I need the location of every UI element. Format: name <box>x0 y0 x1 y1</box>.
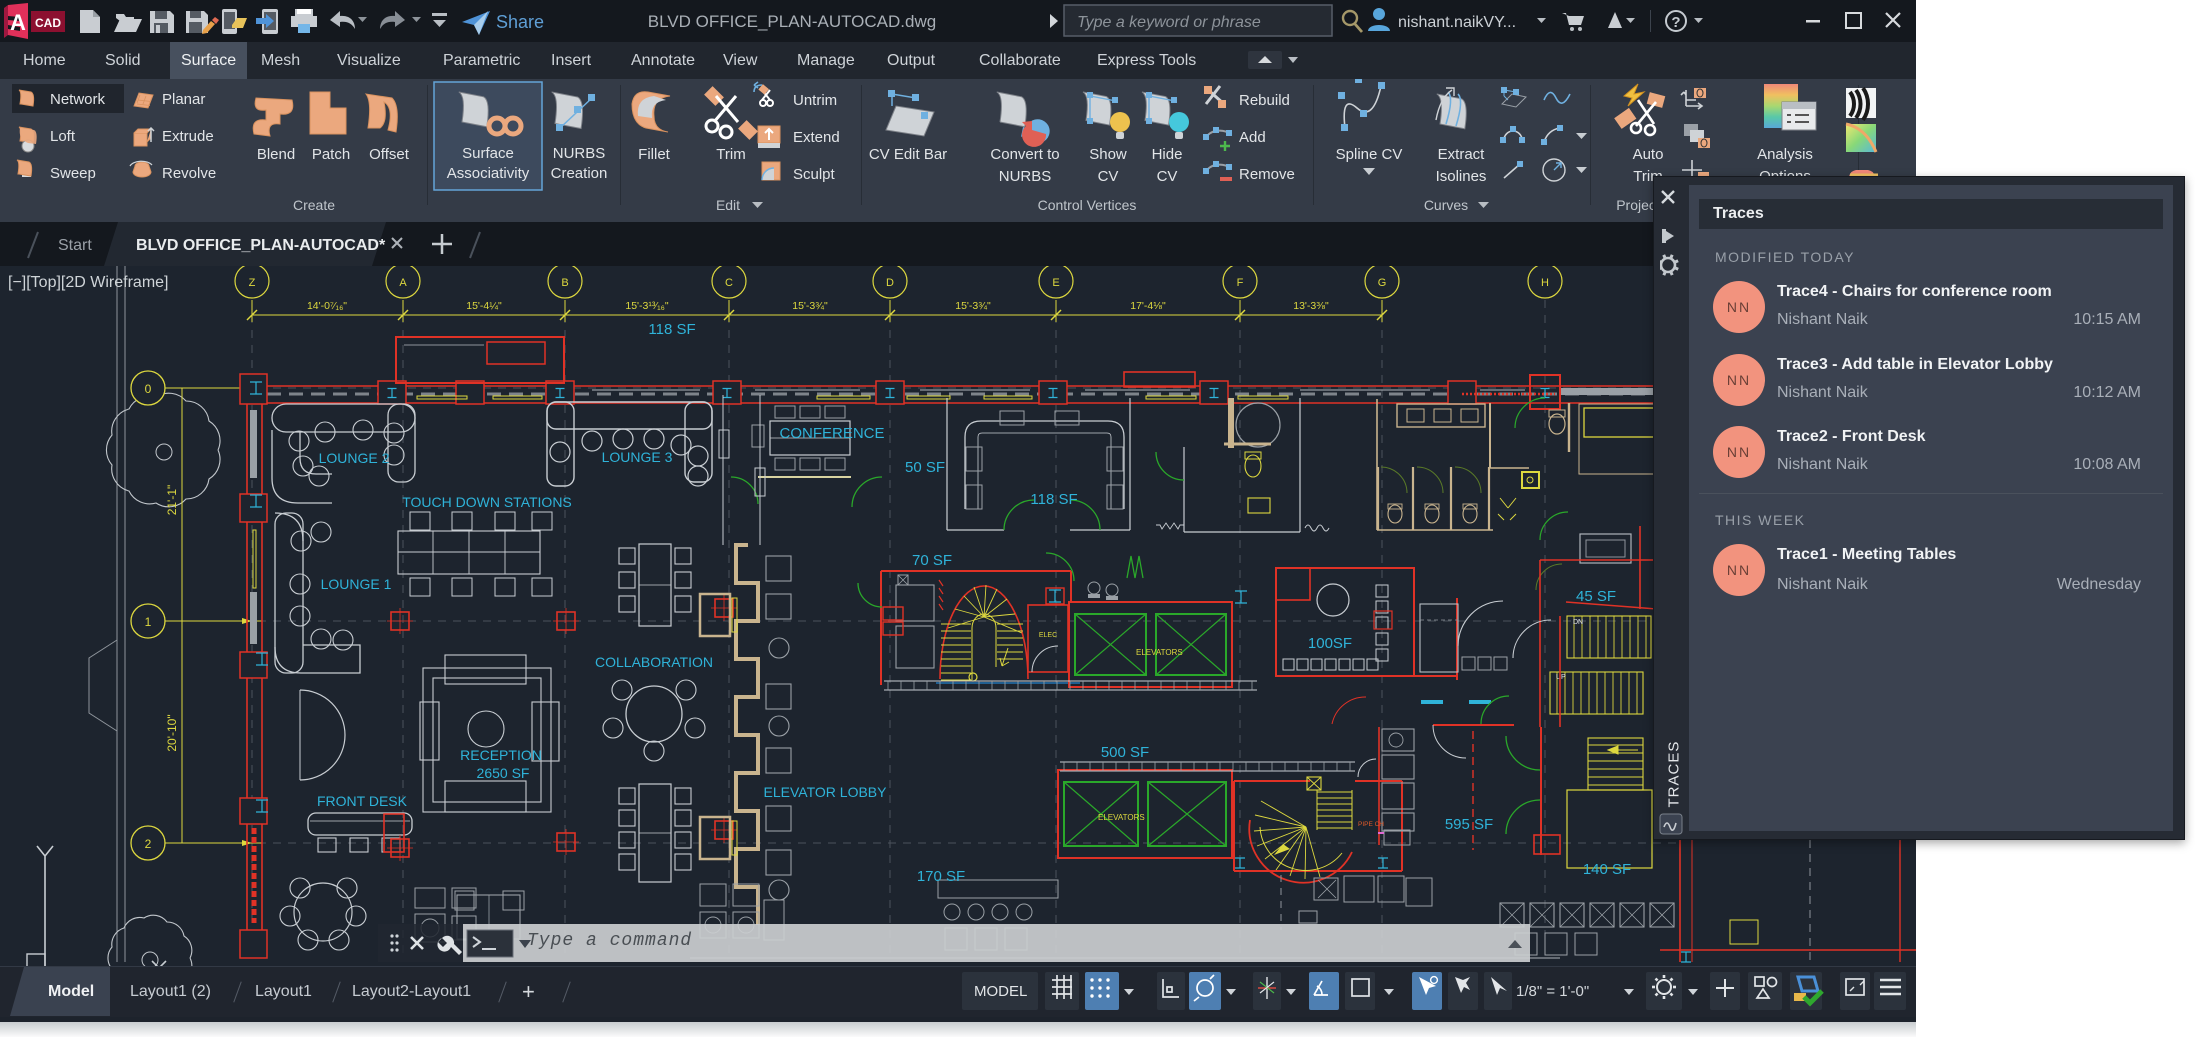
svg-text:Remove: Remove <box>1239 166 1295 183</box>
svg-text:15'-3¾": 15'-3¾" <box>955 300 991 312</box>
svg-text:70 SF: 70 SF <box>912 552 952 569</box>
svg-text:21'-1": 21'-1" <box>165 485 179 516</box>
svg-text:FRONT DESK: FRONT DESK <box>317 793 408 809</box>
svg-text:A: A <box>10 10 26 35</box>
svg-text:RECEPTION: RECEPTION <box>460 747 542 763</box>
svg-text:Type a keyword or phrase: Type a keyword or phrase <box>1077 14 1261 31</box>
svg-text:DN: DN <box>1573 619 1583 626</box>
svg-text:Create: Create <box>293 197 335 213</box>
svg-text:15'-3¹³⁄₁₆": 15'-3¹³⁄₁₆" <box>625 300 669 312</box>
svg-text:ELEVATOR LOBBY: ELEVATOR LOBBY <box>764 784 888 800</box>
svg-text:NURBS: NURBS <box>553 145 606 162</box>
svg-text:Offset: Offset <box>369 146 410 163</box>
svg-text:15'-3¾": 15'-3¾" <box>792 300 828 312</box>
svg-text:Add: Add <box>1239 129 1266 146</box>
svg-text:Untrim: Untrim <box>793 92 837 109</box>
svg-text:1: 1 <box>145 615 152 629</box>
svg-text:Surface: Surface <box>462 145 514 162</box>
svg-text:nishant.naikVY...: nishant.naikVY... <box>1398 14 1516 31</box>
svg-text:Edit: Edit <box>716 197 740 213</box>
svg-text:140 SF: 140 SF <box>1583 861 1631 878</box>
svg-text:118 SF: 118 SF <box>1030 491 1077 508</box>
svg-text:H: H <box>1541 277 1549 289</box>
svg-text:ELEVATORS: ELEVATORS <box>1098 813 1145 822</box>
svg-text:UP: UP <box>1556 674 1566 681</box>
svg-text:LOUNGE 1: LOUNGE 1 <box>321 576 392 592</box>
svg-text:Extrude: Extrude <box>162 128 214 145</box>
svg-text:118 SF: 118 SF <box>648 321 695 338</box>
svg-text:15'-4¼": 15'-4¼" <box>466 300 502 312</box>
svg-text:50 SF: 50 SF <box>905 459 945 476</box>
svg-text:Creation: Creation <box>551 165 608 182</box>
svg-text:LOUNGE 3: LOUNGE 3 <box>602 449 673 465</box>
svg-text:BLVD OFFICE_PLAN-AUTOCAD*: BLVD OFFICE_PLAN-AUTOCAD* <box>136 237 386 254</box>
svg-text:170 SF: 170 SF <box>917 868 965 885</box>
svg-text:C: C <box>725 277 733 289</box>
svg-text:Spline CV: Spline CV <box>1336 146 1403 163</box>
svg-text:Network: Network <box>50 91 106 108</box>
svg-text:14'-0⁷⁄₁₆": 14'-0⁷⁄₁₆" <box>307 300 347 312</box>
svg-text:Associativity: Associativity <box>447 165 530 182</box>
svg-text:Extract: Extract <box>1438 146 1486 163</box>
svg-text:A: A <box>399 277 407 289</box>
svg-text:500 SF: 500 SF <box>1101 744 1149 761</box>
svg-text:F: F <box>1237 277 1244 289</box>
svg-text:Revolve: Revolve <box>162 165 216 182</box>
svg-text:ELEC: ELEC <box>1039 632 1057 639</box>
svg-text:2: 2 <box>145 837 152 851</box>
svg-text:Blend: Blend <box>257 146 295 163</box>
svg-text:COLLABORATION: COLLABORATION <box>595 654 713 670</box>
svg-text:D: D <box>886 277 894 289</box>
svg-text:LOUNGE 2: LOUNGE 2 <box>319 450 390 466</box>
svg-text:G: G <box>1378 277 1387 289</box>
svg-text:Sweep: Sweep <box>50 165 96 182</box>
svg-text:Patch: Patch <box>312 146 350 163</box>
svg-text:CV Edit Bar: CV Edit Bar <box>869 146 947 163</box>
svg-text:CV: CV <box>1157 168 1178 185</box>
svg-text:Hide: Hide <box>1152 146 1183 163</box>
svg-text:Convert to: Convert to <box>990 146 1059 163</box>
svg-text:Show: Show <box>1089 146 1127 163</box>
svg-text:Loft: Loft <box>50 128 76 145</box>
svg-text:PIPE CH: PIPE CH <box>1358 821 1384 828</box>
svg-text:Share: Share <box>496 12 544 32</box>
svg-text:CV: CV <box>1098 168 1119 185</box>
svg-text:Isolines: Isolines <box>1436 168 1487 185</box>
svg-text:Fillet: Fillet <box>638 146 671 163</box>
svg-text:100SF: 100SF <box>1308 635 1352 652</box>
svg-text:595 SF: 595 SF <box>1445 816 1493 833</box>
svg-text:Auto: Auto <box>1633 146 1664 163</box>
svg-text:B: B <box>561 277 568 289</box>
svg-text:Start: Start <box>58 237 92 254</box>
svg-text:13'-3⅜": 13'-3⅜" <box>1293 300 1329 312</box>
svg-text:Curves: Curves <box>1424 197 1468 213</box>
svg-text:Analysis: Analysis <box>1757 146 1813 163</box>
svg-text:E: E <box>1052 277 1059 289</box>
svg-text:Extend: Extend <box>793 129 840 146</box>
svg-text:0: 0 <box>145 382 152 396</box>
svg-text:ELEVATORS: ELEVATORS <box>1136 648 1183 657</box>
svg-text:TOUCH DOWN STATIONS: TOUCH DOWN STATIONS <box>402 494 572 510</box>
svg-text:BLVD OFFICE_PLAN-AUTOCAD.dwg: BLVD OFFICE_PLAN-AUTOCAD.dwg <box>648 12 936 31</box>
svg-text:NURBS: NURBS <box>999 168 1052 185</box>
svg-text:Planar: Planar <box>162 91 205 108</box>
svg-text:20'-10": 20'-10" <box>165 714 179 751</box>
svg-text:?: ? <box>1671 14 1680 31</box>
svg-text:45 SF: 45 SF <box>1576 588 1616 605</box>
svg-text:Control Vertices: Control Vertices <box>1038 197 1137 213</box>
svg-text:Trim: Trim <box>716 146 745 163</box>
svg-text:17'-4⅛": 17'-4⅛" <box>1130 300 1166 312</box>
svg-text:CONFERENCE: CONFERENCE <box>779 425 884 442</box>
svg-text:2650 SF: 2650 SF <box>477 765 530 781</box>
svg-text:Z: Z <box>249 277 256 289</box>
svg-text:Rebuild: Rebuild <box>1239 92 1290 109</box>
svg-text:Sculpt: Sculpt <box>793 166 836 183</box>
svg-text:CAD: CAD <box>35 16 61 30</box>
